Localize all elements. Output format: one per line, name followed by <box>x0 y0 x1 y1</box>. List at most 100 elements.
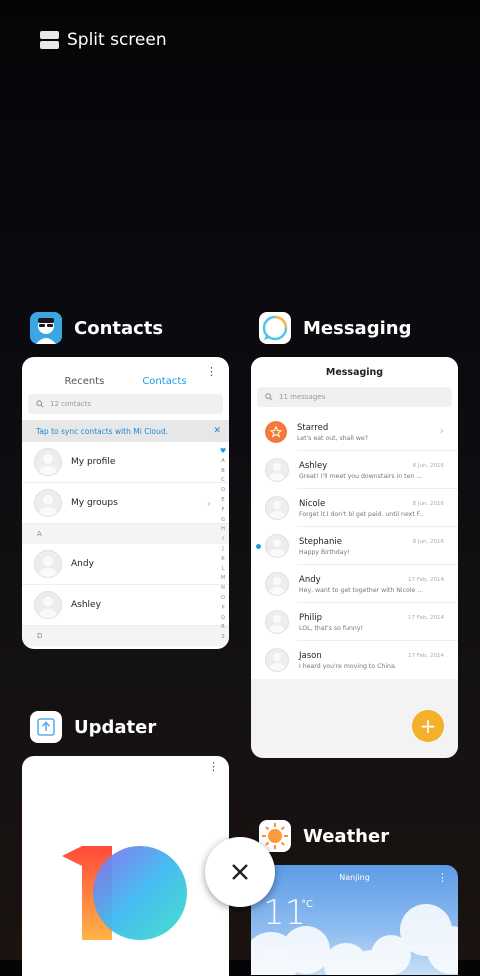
close-icon[interactable]: ✕ <box>213 426 221 436</box>
list-item-my-profile[interactable]: My profile <box>22 442 229 483</box>
alphabet-letter[interactable]: F <box>222 506 225 516</box>
weather-unit: °C <box>301 899 313 910</box>
contacts-app-header[interactable]: Contacts <box>30 312 163 344</box>
contacts-icon <box>30 312 62 344</box>
updater-app-header[interactable]: Updater <box>30 711 156 743</box>
alphabet-letter[interactable]: L <box>222 565 225 575</box>
alphabet-letter[interactable]: B <box>221 467 224 477</box>
alphabet-letter[interactable]: I <box>222 535 223 545</box>
search-icon <box>265 393 273 401</box>
miui-10-logo <box>62 846 187 940</box>
message-sender: Stephanie <box>299 536 342 547</box>
sync-banner[interactable]: Tap to sync contacts with Mi Cloud. ✕ <box>22 420 229 442</box>
contacts-app-name: Contacts <box>74 317 164 339</box>
message-sender: Philip <box>299 612 322 623</box>
avatar <box>265 458 289 482</box>
alphabet-letter[interactable]: J <box>222 545 223 555</box>
alphabet-letter[interactable]: O <box>221 594 225 604</box>
list-item[interactable]: Andy <box>22 544 229 585</box>
list-item[interactable]: Philip LOL, that's so funny! 17 Feb, 2014 <box>251 603 458 641</box>
alphabet-letter[interactable]: C <box>221 476 225 486</box>
avatar <box>265 648 289 672</box>
new-message-button[interactable]: + <box>412 710 444 742</box>
alphabet-letter[interactable]: D <box>221 486 225 496</box>
message-sender: Ashley <box>299 460 328 471</box>
alphabet-letter[interactable]: E <box>221 496 224 506</box>
alphabet-letter[interactable]: R <box>221 623 224 633</box>
split-screen-icon <box>40 31 59 49</box>
alphabet-index[interactable]: ♥ ABCDEFGHIJKLMNOPQRS <box>219 447 227 643</box>
tab-recents[interactable]: Recents <box>65 376 105 387</box>
alphabet-letter[interactable]: Q <box>221 614 225 624</box>
list-item[interactable]: Andy Hey, want to get together with Nicol… <box>251 565 458 603</box>
message-sender: Jason <box>299 650 322 661</box>
messaging-icon <box>259 312 291 344</box>
alphabet-letter[interactable]: H <box>221 525 225 535</box>
list-item[interactable]: Nicole Forget it.I don't bl get paid. unt… <box>251 489 458 527</box>
messaging-search-input[interactable]: 11 messages <box>257 387 452 407</box>
contacts-card[interactable]: Recents Contacts ⋮ 12 contacts Tap to sy… <box>22 357 229 649</box>
tab-contacts[interactable]: Contacts <box>142 376 186 387</box>
more-options-icon[interactable]: ⋮ <box>206 365 217 378</box>
weather-city: Nanjing <box>339 873 370 882</box>
alphabet-letter[interactable]: K <box>221 555 224 565</box>
list-item-my-groups[interactable]: My groups › <box>22 483 229 524</box>
weather-card[interactable]: Nanjing ⋮ 11 °C Cloudy <box>251 865 458 975</box>
contact-name: Ashley <box>71 600 101 610</box>
message-date: 8 Jun, 2016 <box>412 539 444 545</box>
message-preview: LOL, that's so funny! <box>299 624 363 632</box>
clear-all-button[interactable] <box>205 837 275 907</box>
star-icon <box>265 421 287 443</box>
alphabet-letter[interactable]: M <box>221 574 225 584</box>
messaging-app-header[interactable]: Messaging <box>259 312 411 344</box>
alphabet-letter[interactable]: G <box>221 516 225 526</box>
alphabet-letter[interactable]: N <box>221 584 225 594</box>
messaging-app-name: Messaging <box>303 317 412 339</box>
more-options-icon[interactable]: ⋮ <box>437 871 448 884</box>
weather-app-header[interactable]: Weather <box>259 820 389 852</box>
message-preview: Happy Birthday! <box>299 548 350 556</box>
list-item-starred[interactable]: Starred Let's eat out, shall we? › <box>251 413 458 451</box>
more-options-icon[interactable]: ⋮ <box>208 760 219 773</box>
message-preview: I heard you're moving to China. <box>299 662 397 670</box>
sync-banner-text: Tap to sync contacts with Mi Cloud. <box>36 426 169 436</box>
messaging-title: Messaging <box>251 357 458 387</box>
avatar <box>265 610 289 634</box>
message-preview: Great! I'll meet you downstairs in ten .… <box>299 472 423 480</box>
message-preview: Hey, want to get together with Nicole ..… <box>299 586 424 594</box>
alphabet-letter[interactable]: P <box>221 604 224 614</box>
list-item[interactable]: Jason I heard you're moving to China. 17 F… <box>251 641 458 679</box>
alphabet-letter[interactable]: S <box>221 633 224 643</box>
updater-app-name: Updater <box>74 716 157 738</box>
message-date: 17 Feb, 2014 <box>408 615 444 621</box>
avatar <box>34 448 62 476</box>
messaging-card[interactable]: Messaging 11 messages Starred Let's eat … <box>251 357 458 758</box>
list-item[interactable]: Ashley Great! I'll meet you downstairs in… <box>251 451 458 489</box>
plus-icon: + <box>419 714 437 738</box>
favorite-heart-icon: ♥ <box>219 447 227 455</box>
message-preview: Let's eat out, shall we? <box>297 434 369 442</box>
updater-card[interactable]: ⋮ <box>22 756 229 976</box>
alphabet-letter[interactable]: A <box>221 457 224 467</box>
weather-temperature: 11 <box>263 893 307 933</box>
list-item[interactable]: Ashley <box>22 585 229 626</box>
list-item[interactable]: Stephanie Happy Birthday! 8 Jun, 2016 <box>251 527 458 565</box>
split-screen-button[interactable]: Split screen <box>40 30 167 50</box>
search-icon <box>36 400 44 408</box>
contacts-tab-bar: Recents Contacts ⋮ <box>22 357 229 387</box>
weather-app-name: Weather <box>303 825 390 847</box>
message-preview: Forget it.I don't bl get paid. until nex… <box>299 510 424 518</box>
chevron-right-icon: › <box>206 496 211 510</box>
section-header: D <box>22 626 229 646</box>
contacts-search-input[interactable]: 12 contacts <box>28 394 223 414</box>
message-date: 8 Jun, 2016 <box>412 501 444 507</box>
chevron-right-icon: › <box>439 424 444 437</box>
contact-name: Andy <box>71 559 94 569</box>
section-header: A <box>22 524 229 544</box>
avatar <box>34 550 62 578</box>
list-item[interactable] <box>22 646 229 649</box>
message-sender: Starred <box>297 422 329 433</box>
message-sender: Andy <box>299 574 321 585</box>
weather-condition: Cloudy <box>265 947 290 955</box>
message-date: 8 Jun, 2016 <box>412 463 444 469</box>
